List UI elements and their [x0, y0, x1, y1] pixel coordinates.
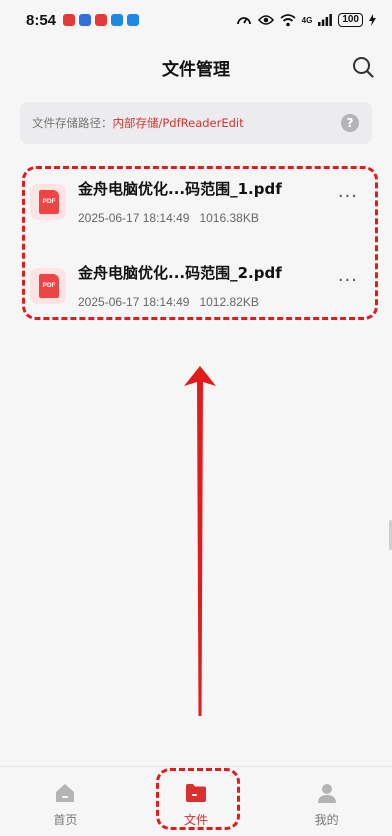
file-date: 2025-06-17 18:14:49 [78, 211, 190, 225]
app-notification-icon [127, 14, 140, 26]
pdf-icon-label: PDF [39, 190, 59, 214]
charging-icon [369, 14, 376, 26]
home-icon [56, 784, 75, 802]
signal-icon [318, 14, 333, 26]
app-notification-icon [79, 14, 92, 26]
nav-item-profile[interactable]: 我的 [261, 767, 392, 836]
annotation-arrow [184, 366, 216, 716]
bottom-nav: 首页 文件 我的 [0, 766, 392, 836]
app-header: 文件管理 [0, 46, 392, 88]
search-icon[interactable] [352, 56, 374, 78]
pdf-file-icon: PDF [30, 268, 66, 304]
page-title: 文件管理 [162, 59, 230, 80]
nav-label-home: 首页 [53, 813, 78, 827]
network-type: 4G [301, 15, 313, 25]
status-bar: 8:54 4G 100 [0, 0, 392, 40]
file-item[interactable]: PDF 金舟电脑优化...码范围_2.pdf 2025-06-17 18:14:… [22, 246, 378, 330]
speed-icon [236, 17, 251, 25]
status-time: 8:54 [26, 11, 57, 29]
pdf-icon-label: PDF [39, 274, 59, 298]
status-left: 8:54 [26, 11, 140, 29]
file-name: 金舟电脑优化...码范围_2.pdf [78, 264, 282, 282]
file-date: 2025-06-17 18:14:49 [78, 295, 190, 309]
nav-item-home[interactable]: 首页 [0, 767, 131, 836]
eye-icon [257, 15, 274, 25]
file-name: 金舟电脑优化...码范围_1.pdf [78, 180, 282, 198]
status-right: 4G 100 [236, 13, 376, 27]
help-icon[interactable]: ? [341, 114, 359, 132]
more-options-icon[interactable]: ··· [338, 188, 358, 206]
file-size: 1012.82KB [199, 295, 259, 309]
app-notification-icon [95, 14, 108, 26]
pdf-file-icon: PDF [30, 184, 66, 220]
profile-icon [317, 784, 336, 803]
storage-path-bar: 文件存储路径： 内部存储/PdfReaderEdit ? [20, 102, 372, 144]
battery-indicator: 100 [338, 13, 363, 27]
app-notification-icon [111, 14, 124, 26]
file-item[interactable]: PDF 金舟电脑优化...码范围_1.pdf 2025-06-17 18:14:… [22, 162, 378, 246]
nav-label-files: 文件 [184, 813, 209, 827]
more-options-icon[interactable]: ··· [338, 272, 358, 290]
nav-item-files[interactable]: 文件 [131, 767, 262, 836]
file-meta: 2025-06-17 18:14:49 1012.82KB [78, 295, 259, 309]
storage-path-value[interactable]: 内部存储/PdfReaderEdit [113, 115, 244, 131]
file-list: PDF 金舟电脑优化...码范围_1.pdf 2025-06-17 18:14:… [22, 162, 378, 330]
app-notification-icon [63, 14, 76, 26]
file-meta: 2025-06-17 18:14:49 1016.38KB [78, 211, 259, 225]
nav-label-profile: 我的 [314, 813, 339, 827]
storage-path-label: 文件存储路径： [32, 116, 113, 130]
file-size: 1016.38KB [199, 211, 259, 225]
folder-icon [186, 784, 206, 802]
wifi-icon [280, 13, 296, 26]
